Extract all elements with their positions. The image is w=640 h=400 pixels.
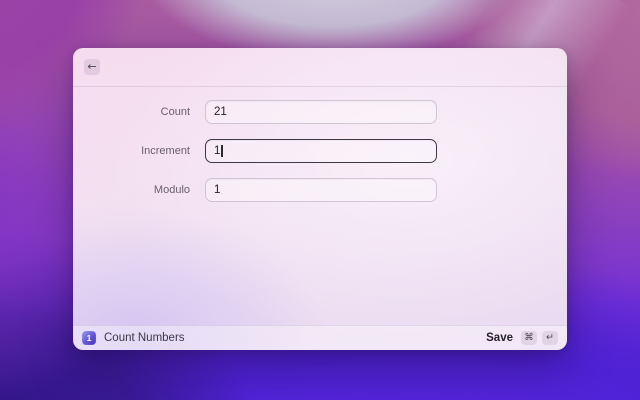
form-area: Count 21 Increment 1 Modulo 1 <box>73 87 567 326</box>
command-title: Count Numbers <box>104 332 185 344</box>
return-key-icon: ↵ <box>542 331 558 345</box>
modulo-label: Modulo <box>153 184 190 196</box>
count-value: 21 <box>214 106 227 118</box>
status-bar: 1 Count Numbers Save ⌘ ↵ <box>73 325 567 350</box>
count-label: Count <box>160 106 190 118</box>
back-button[interactable]: ← <box>84 59 100 75</box>
form-row-count: Count 21 <box>73 100 567 124</box>
status-bar-left: 1 Count Numbers <box>82 331 185 345</box>
count-input[interactable]: 21 <box>205 100 437 124</box>
back-arrow-icon: ← <box>87 60 97 73</box>
window-header: ← <box>73 48 567 87</box>
raycast-window: ← Count 21 Increment 1 Modulo 1 1 Count … <box>73 48 567 350</box>
modulo-input[interactable]: 1 <box>205 178 437 202</box>
command-key-icon: ⌘ <box>521 331 537 345</box>
increment-label: Increment <box>141 145 190 157</box>
save-button-label: Save <box>486 332 513 344</box>
form-row-modulo: Modulo 1 <box>73 178 567 202</box>
form-row-increment: Increment 1 <box>73 139 567 163</box>
text-caret <box>221 145 223 157</box>
increment-input[interactable]: 1 <box>205 139 437 163</box>
increment-value: 1 <box>214 145 221 157</box>
modulo-value: 1 <box>214 184 221 196</box>
count-numbers-app-icon: 1 <box>82 331 96 345</box>
save-action[interactable]: Save ⌘ ↵ <box>486 331 558 345</box>
